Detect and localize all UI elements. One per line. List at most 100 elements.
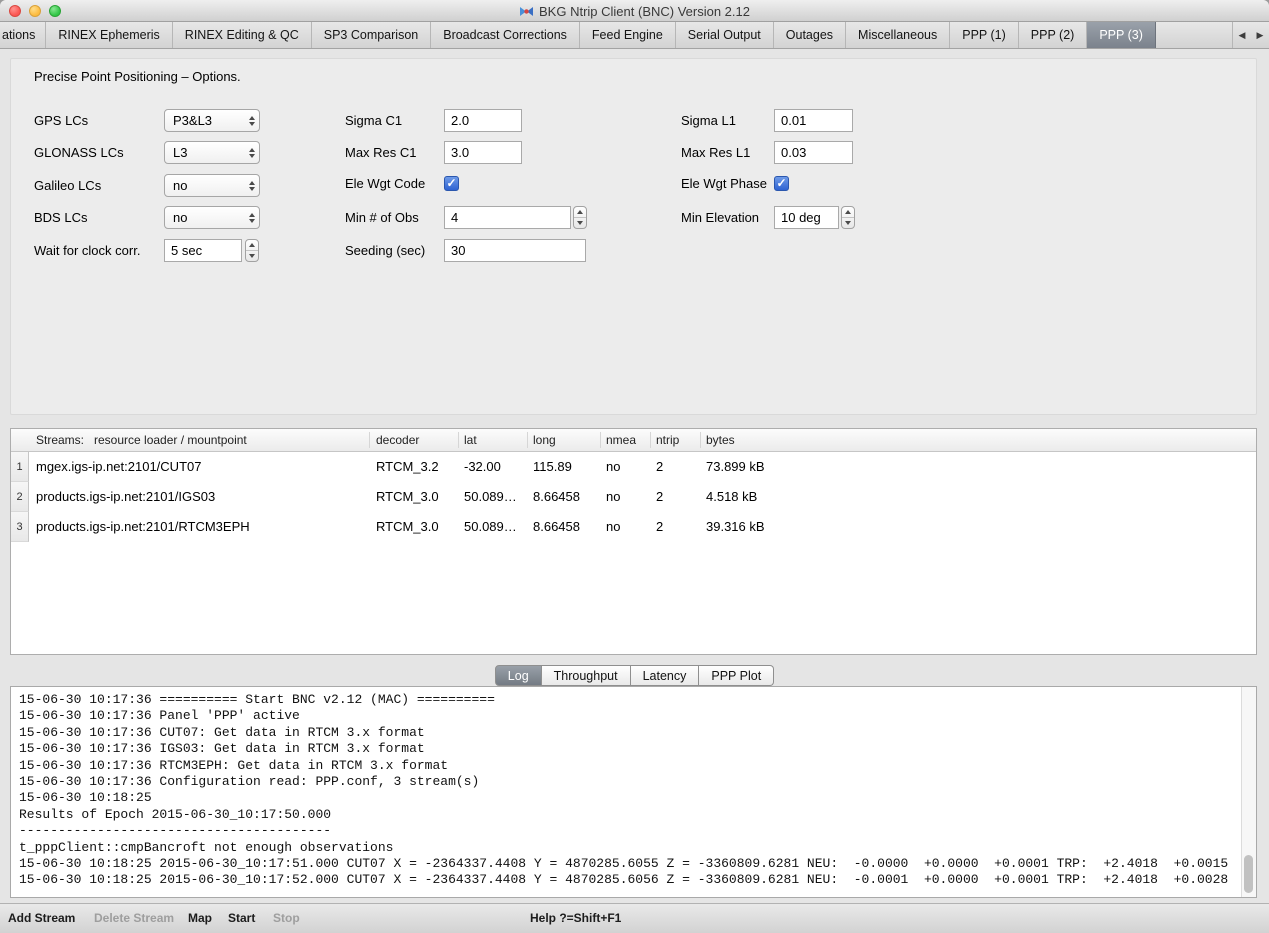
- tab-throughput[interactable]: Throughput: [542, 665, 631, 686]
- galileo-lcs-value: no: [173, 178, 187, 193]
- cell-bytes: 4.518 kB: [706, 482, 757, 512]
- tab-ppp-1[interactable]: PPP (1): [950, 22, 1019, 48]
- ele-wgt-code-label: Ele Wgt Code: [345, 172, 425, 195]
- sigma-l1-label: Sigma L1: [681, 109, 736, 132]
- delete-stream-button[interactable]: Delete Stream: [94, 904, 174, 933]
- tab-ppp-plot[interactable]: PPP Plot: [699, 665, 774, 686]
- sigma-c1-label: Sigma C1: [345, 109, 402, 132]
- header-separator: [527, 432, 528, 448]
- seeding-label: Seeding (sec): [345, 239, 425, 262]
- min-obs-input[interactable]: [444, 206, 571, 229]
- combo-updown-icon: [249, 110, 255, 131]
- stop-button[interactable]: Stop: [273, 904, 300, 933]
- cell-lat: -32.00: [464, 452, 501, 482]
- header-decoder[interactable]: decoder: [376, 429, 419, 452]
- tab-rinex-editing-qc[interactable]: RINEX Editing & QC: [173, 22, 312, 48]
- tab-broadcast-corrections[interactable]: Broadcast Corrections: [431, 22, 580, 48]
- scrollbar-thumb[interactable]: [1244, 855, 1253, 893]
- stepper-up-icon[interactable]: [842, 207, 854, 218]
- glonass-lcs-combobox[interactable]: L3: [164, 141, 260, 164]
- log-vertical-scrollbar[interactable]: [1241, 687, 1256, 897]
- tab-outages[interactable]: Outages: [774, 22, 846, 48]
- tab-ations[interactable]: ations: [0, 22, 46, 48]
- tab-log[interactable]: Log: [495, 665, 542, 686]
- row-number[interactable]: 2: [11, 482, 29, 512]
- sigma-l1-input[interactable]: [774, 109, 853, 132]
- tab-rinex-ephemeris[interactable]: RINEX Ephemeris: [46, 22, 172, 48]
- add-stream-button[interactable]: Add Stream: [8, 904, 75, 933]
- stepper-down-icon[interactable]: [842, 218, 854, 228]
- seeding-input[interactable]: [444, 239, 586, 262]
- galileo-lcs-combobox[interactable]: no: [164, 174, 260, 197]
- header-long[interactable]: long: [533, 429, 556, 452]
- min-elevation-stepper: [841, 206, 855, 229]
- header-separator: [700, 432, 701, 448]
- cell-ntrip: 2: [656, 452, 663, 482]
- row-number[interactable]: 3: [11, 512, 29, 542]
- header-nmea[interactable]: nmea: [606, 429, 636, 452]
- wait-clock-label: Wait for clock corr.: [34, 239, 140, 262]
- log-output-panel: 15-06-30 10:17:36 ========== Start BNC v…: [10, 686, 1257, 898]
- cell-nmea: no: [606, 512, 620, 542]
- header-mountpoint[interactable]: Streams: resource loader / mountpoint: [36, 429, 247, 452]
- start-button[interactable]: Start: [228, 904, 255, 933]
- tab-serial-output[interactable]: Serial Output: [676, 22, 774, 48]
- app-window: BKG Ntrip Client (BNC) Version 2.12 atio…: [0, 0, 1269, 933]
- streams-table: Streams: resource loader / mountpoint de…: [10, 428, 1257, 655]
- ppp-options-panel: Precise Point Positioning – Options. GPS…: [10, 58, 1257, 415]
- header-bytes[interactable]: bytes: [706, 429, 735, 452]
- bds-lcs-combobox[interactable]: no: [164, 206, 260, 229]
- max-res-c1-label: Max Res C1: [345, 141, 417, 164]
- max-res-l1-input[interactable]: [774, 141, 853, 164]
- min-elevation-input[interactable]: [774, 206, 839, 229]
- cell-bytes: 73.899 kB: [706, 452, 765, 482]
- ele-wgt-code-checkbox[interactable]: ✓: [444, 176, 459, 191]
- map-button[interactable]: Map: [188, 904, 212, 933]
- header-lat[interactable]: lat: [464, 429, 477, 452]
- gps-lcs-label: GPS LCs: [34, 109, 88, 132]
- tab-sp3-comparison[interactable]: SP3 Comparison: [312, 22, 432, 48]
- stepper-down-icon[interactable]: [574, 218, 586, 228]
- stream-row[interactable]: 1 mgex.igs-ip.net:2101/CUT07 RTCM_3.2 -3…: [11, 452, 1256, 482]
- tab-feed-engine[interactable]: Feed Engine: [580, 22, 676, 48]
- tab-ppp-2[interactable]: PPP (2): [1019, 22, 1088, 48]
- cell-lat: 50.089…: [464, 482, 517, 512]
- stepper-up-icon[interactable]: [246, 240, 258, 251]
- row-number[interactable]: 1: [11, 452, 29, 482]
- log-tab-bar: Log Throughput Latency PPP Plot: [0, 665, 1269, 686]
- tab-miscellaneous[interactable]: Miscellaneous: [846, 22, 950, 48]
- streams-table-header: Streams: resource loader / mountpoint de…: [11, 429, 1256, 452]
- tab-scroll-left-icon[interactable]: ◀: [1233, 22, 1251, 48]
- tab-scroll-buttons: ◀ ▶: [1232, 22, 1269, 48]
- tab-latency[interactable]: Latency: [631, 665, 700, 686]
- wait-clock-input[interactable]: [164, 239, 242, 262]
- combo-updown-icon: [249, 142, 255, 163]
- header-ntrip[interactable]: ntrip: [656, 429, 679, 452]
- tab-scroll-right-icon[interactable]: ▶: [1251, 22, 1269, 48]
- stream-row[interactable]: 3 products.igs-ip.net:2101/RTCM3EPH RTCM…: [11, 512, 1256, 542]
- options-heading: Precise Point Positioning – Options.: [34, 69, 241, 84]
- cell-ntrip: 2: [656, 482, 663, 512]
- gps-lcs-combobox[interactable]: P3&L3: [164, 109, 260, 132]
- cell-long: 8.66458: [533, 512, 580, 542]
- ele-wgt-phase-checkbox[interactable]: ✓: [774, 176, 789, 191]
- galileo-lcs-label: Galileo LCs: [34, 174, 101, 197]
- stepper-up-icon[interactable]: [574, 207, 586, 218]
- cell-decoder: RTCM_3.0: [376, 482, 439, 512]
- header-separator: [650, 432, 651, 448]
- tab-ppp-3[interactable]: PPP (3): [1087, 22, 1156, 48]
- header-separator: [458, 432, 459, 448]
- cell-mountpoint: mgex.igs-ip.net:2101/CUT07: [36, 452, 201, 482]
- bds-lcs-value: no: [173, 210, 187, 225]
- header-separator: [600, 432, 601, 448]
- cell-lat: 50.089…: [464, 512, 517, 542]
- min-elevation-label: Min Elevation: [681, 206, 759, 229]
- ele-wgt-phase-label: Ele Wgt Phase: [681, 172, 767, 195]
- stepper-down-icon[interactable]: [246, 251, 258, 261]
- stream-row[interactable]: 2 products.igs-ip.net:2101/IGS03 RTCM_3.…: [11, 482, 1256, 512]
- cell-long: 115.89: [533, 452, 572, 482]
- max-res-c1-input[interactable]: [444, 141, 522, 164]
- sigma-c1-input[interactable]: [444, 109, 522, 132]
- wait-clock-stepper: [245, 239, 259, 262]
- app-icon: [519, 4, 534, 19]
